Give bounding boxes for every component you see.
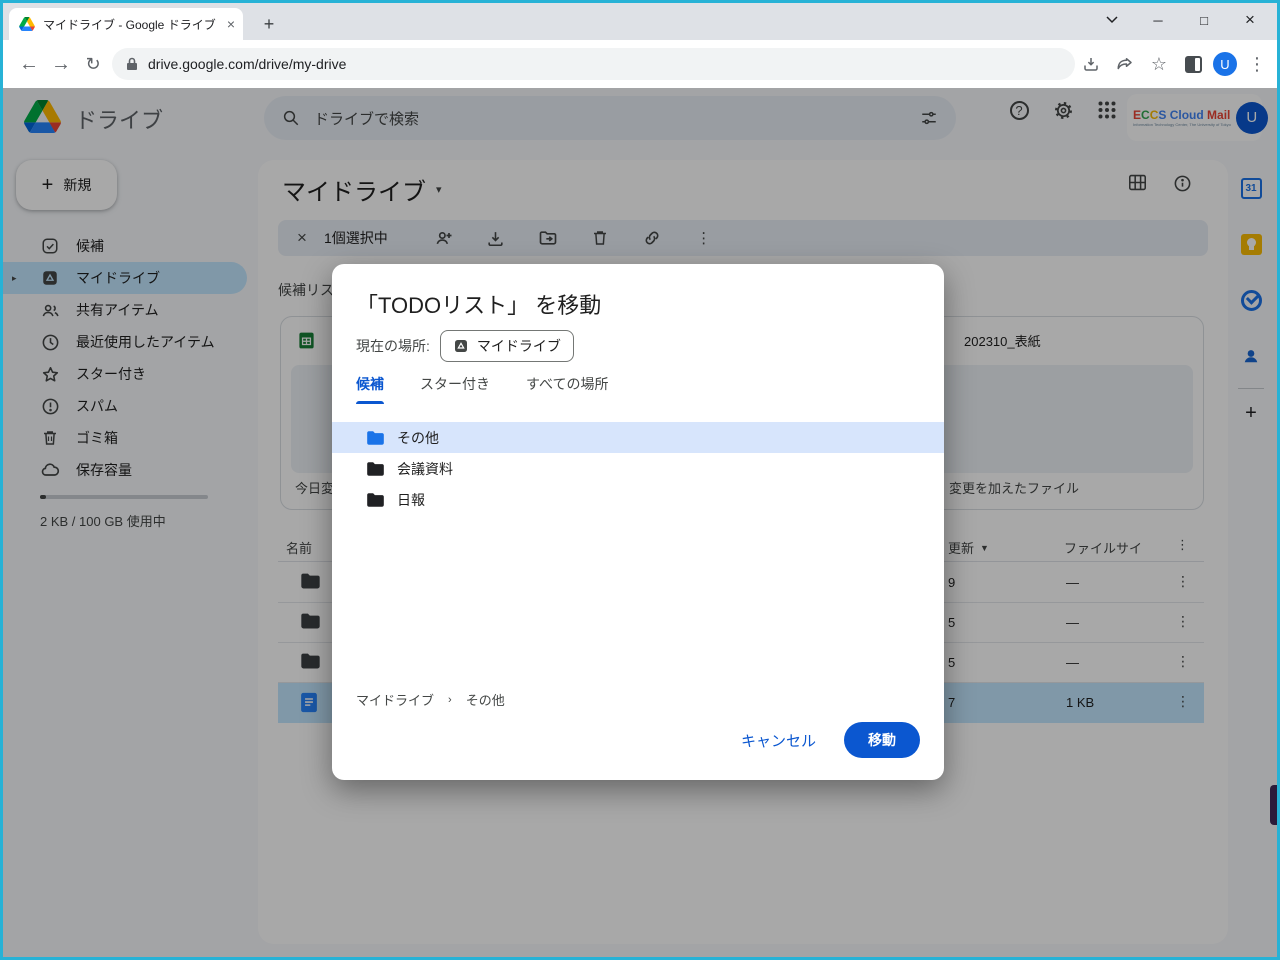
tab-close-icon[interactable]: ×	[227, 16, 235, 32]
breadcrumb-root[interactable]: マイドライブ	[356, 690, 434, 709]
current-location-label: 現在の場所:	[356, 336, 430, 356]
tab-suggested[interactable]: 候補	[356, 374, 384, 404]
tab-search-chevron-icon[interactable]	[1089, 16, 1135, 24]
dialog-title: 「TODOリスト」 を移動	[356, 288, 601, 320]
current-location-chip[interactable]: マイドライブ	[440, 330, 574, 362]
share-icon[interactable]	[1111, 48, 1139, 80]
my-drive-icon	[453, 338, 469, 354]
minimize-button[interactable]: ─	[1135, 13, 1181, 28]
tab-all-locations[interactable]: すべての場所	[526, 374, 608, 404]
chip-label: マイドライブ	[477, 336, 561, 356]
dialog-tabs: 候補 スター付き すべての場所	[356, 374, 608, 404]
move-dialog: 「TODOリスト」 を移動 現在の場所: マイドライブ 候補 スター付き すべて…	[332, 264, 944, 780]
folder-icon	[366, 461, 385, 477]
dialog-breadcrumb: マイドライブ › その他	[356, 690, 505, 709]
drive-favicon	[19, 17, 35, 31]
breadcrumb-current[interactable]: その他	[466, 690, 505, 709]
browser-menu-icon[interactable]: ⋮	[1243, 48, 1271, 80]
browser-window: マイドライブ - Google ドライブ × + ─ □ × ← → ↻ dri…	[0, 0, 1280, 960]
cancel-button[interactable]: キャンセル	[741, 730, 816, 751]
reading-list-icon[interactable]	[1179, 48, 1207, 80]
browser-tab[interactable]: マイドライブ - Google ドライブ ×	[9, 8, 243, 40]
folder-name: 会議資料	[397, 459, 453, 479]
maximize-button[interactable]: □	[1181, 13, 1227, 28]
address-bar[interactable]: drive.google.com/drive/my-drive	[112, 48, 1075, 80]
save-page-icon[interactable]	[1077, 48, 1105, 80]
browser-toolbar: ← → ↻ drive.google.com/drive/my-drive ☆ …	[3, 40, 1277, 88]
browser-avatar[interactable]: U	[1213, 52, 1237, 76]
move-button[interactable]: 移動	[844, 722, 920, 758]
back-button[interactable]: ←	[13, 48, 45, 80]
close-window-button[interactable]: ×	[1227, 10, 1273, 30]
tab-strip: マイドライブ - Google ドライブ × + ─ □ ×	[3, 3, 1277, 40]
tab-starred[interactable]: スター付き	[420, 374, 490, 404]
window-controls: ─ □ ×	[1089, 3, 1273, 37]
lock-icon	[126, 57, 138, 71]
bookmark-star-icon[interactable]: ☆	[1145, 48, 1173, 80]
folder-name: その他	[397, 428, 439, 448]
toolbar-actions: ☆ U ⋮	[1077, 48, 1271, 80]
folder-icon	[366, 492, 385, 508]
url-text: drive.google.com/drive/my-drive	[148, 56, 346, 72]
tab-title: マイドライブ - Google ドライブ	[43, 16, 219, 33]
new-tab-button[interactable]: +	[255, 10, 283, 38]
folder-icon	[366, 430, 385, 446]
edge-scroll-thumb[interactable]	[1270, 785, 1277, 825]
folder-item-selected[interactable]: その他	[332, 422, 944, 453]
page-viewport: ドライブ ドライブで検索 ?	[3, 88, 1277, 957]
forward-button[interactable]: →	[45, 48, 77, 80]
breadcrumb-chevron-icon: ›	[448, 694, 452, 706]
folder-list: その他 会議資料 日報	[332, 422, 944, 515]
folder-item[interactable]: 日報	[332, 484, 944, 515]
reload-button[interactable]: ↻	[77, 48, 109, 80]
folder-name: 日報	[397, 490, 425, 510]
folder-item[interactable]: 会議資料	[332, 453, 944, 484]
